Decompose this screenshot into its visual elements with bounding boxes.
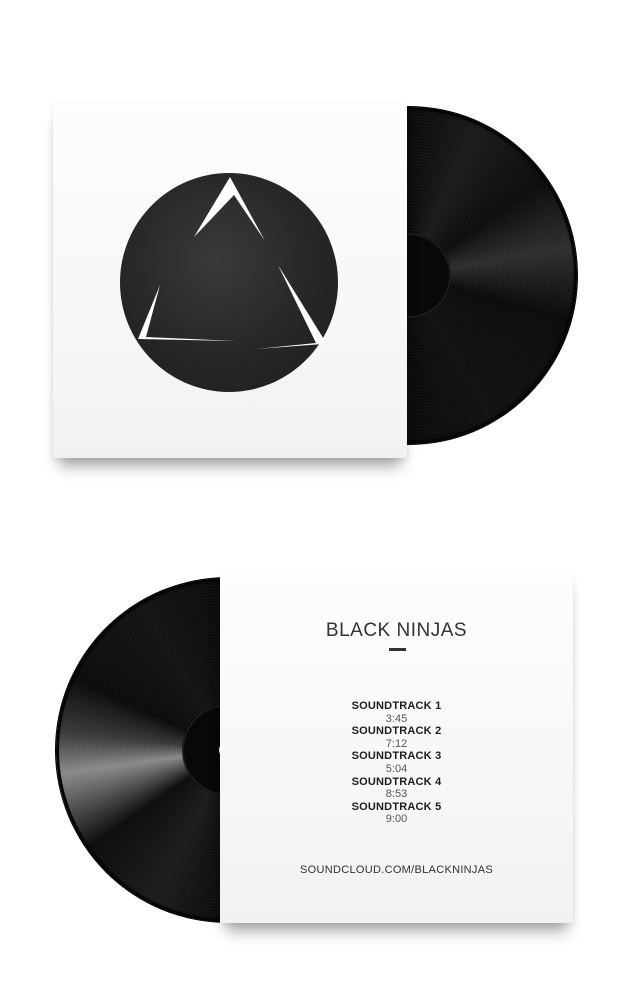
list-item: SOUNDTRACK 3 5:04	[220, 750, 573, 775]
list-item: SOUNDTRACK 1 3:45	[220, 700, 573, 725]
title-divider	[389, 648, 406, 651]
list-item: SOUNDTRACK 2 7:12	[220, 725, 573, 750]
track-duration: 9:00	[385, 813, 408, 826]
track-duration: 5:04	[385, 762, 408, 775]
track-name: SOUNDTRACK 5	[351, 800, 442, 813]
front-sleeve	[53, 103, 407, 458]
track-name: SOUNDTRACK 3	[351, 750, 442, 763]
track-name: SOUNDTRACK 2	[351, 725, 442, 738]
tracklist: SOUNDTRACK 1 3:45 SOUNDTRACK 2 7:12 SOUN…	[220, 700, 573, 826]
list-item: SOUNDTRACK 4 8:53	[220, 776, 573, 801]
triangle-emblem-icon	[138, 177, 325, 349]
track-duration: 3:45	[385, 712, 408, 725]
track-name: SOUNDTRACK 4	[351, 775, 442, 788]
track-duration: 7:12	[385, 737, 408, 750]
list-item: SOUNDTRACK 5 9:00	[220, 801, 573, 826]
album-title: BLACK NINJAS	[325, 620, 468, 641]
soundcloud-url: SOUNDCLOUD.COM/BLACKNINJAS	[300, 864, 493, 876]
track-name: SOUNDTRACK 1	[351, 700, 442, 712]
track-duration: 8:53	[385, 788, 408, 801]
back-sleeve: BLACK NINJAS SOUNDTRACK 1 3:45 SOUNDTRAC…	[220, 572, 573, 923]
